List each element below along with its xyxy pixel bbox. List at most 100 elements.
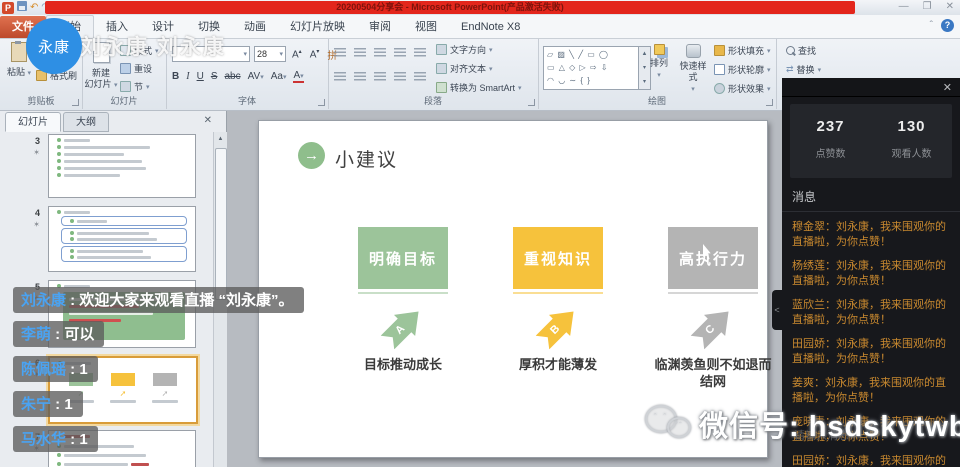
panel-collapse-handle[interactable]: <: [772, 290, 782, 330]
font-color-button[interactable]: A▾: [293, 70, 303, 83]
scroll-up-icon[interactable]: ▲: [214, 132, 227, 146]
animation-star-icon: ✶: [24, 220, 40, 229]
reset-icon: [120, 63, 131, 74]
group-paragraph: 文字方向▾ 对齐文本▾ 转换为 SmartArt▾ 段落: [328, 38, 539, 109]
grow-font-button[interactable]: A▴: [290, 48, 304, 60]
likes-stat: 237 点赞数: [790, 104, 871, 178]
section-icon: [120, 81, 131, 92]
columns-icon[interactable]: [414, 72, 426, 81]
column-caption[interactable]: 目标推动成长: [364, 356, 442, 373]
dialog-launcher-icon[interactable]: [72, 99, 79, 106]
tab-outline-pane[interactable]: 大纲: [63, 112, 109, 132]
group-label-paragraph: 段落: [328, 94, 538, 107]
line-spacing-icon[interactable]: [414, 48, 426, 57]
undo-button[interactable]: ↶: [30, 2, 38, 14]
find-icon: [786, 46, 795, 55]
likes-count: 237: [790, 118, 871, 135]
strikethrough-abc-button[interactable]: abc: [224, 71, 240, 82]
align-left-icon[interactable]: [334, 72, 346, 81]
pane-close-icon[interactable]: ✕: [204, 115, 212, 126]
title-bar: P ↶ ↷ ▾ 20200504分享会 - Microsoft PowerPoi…: [0, 0, 960, 16]
streamer-avatar[interactable]: 永康: [26, 18, 82, 74]
close-button[interactable]: ✕: [946, 0, 954, 14]
change-case-button[interactable]: Aa▾: [271, 71, 287, 82]
streamer-watermark: 刘永康 刘永康: [80, 31, 226, 61]
section-button[interactable]: 节▾: [120, 80, 159, 93]
align-text-button[interactable]: 对齐文本▾: [436, 62, 522, 75]
minimize-button[interactable]: —: [899, 0, 909, 14]
arrow-shape[interactable]: B: [532, 301, 584, 353]
tab-slideshow[interactable]: 幻灯片放映: [278, 16, 357, 38]
numbering-icon[interactable]: [354, 48, 366, 57]
live-message: 田园娇：刘永康，我来围观你的直播啦，为你点赞！: [792, 454, 952, 467]
thumbnail-number: 4: [22, 208, 40, 218]
bullets-icon[interactable]: [334, 48, 346, 57]
group-label-slides: 幻灯片: [82, 94, 166, 107]
align-center-icon[interactable]: [354, 72, 366, 81]
indent-increase-icon[interactable]: [394, 48, 406, 57]
slide-thumbnail-3[interactable]: [48, 134, 196, 198]
scrollbar-thumb[interactable]: [215, 148, 227, 300]
indent-decrease-icon[interactable]: [374, 48, 386, 57]
dialog-launcher-icon[interactable]: [766, 99, 773, 106]
replace-button[interactable]: ⇄ 替换▾: [786, 63, 821, 76]
tab-view[interactable]: 视图: [403, 16, 449, 38]
slide-thumbnail-4[interactable]: [48, 206, 196, 272]
shape-fill-button[interactable]: 形状填充▾: [714, 44, 771, 57]
tab-endnote[interactable]: EndNote X8: [449, 16, 532, 38]
tab-slides-pane[interactable]: 幻灯片: [5, 112, 61, 132]
panel-close-icon[interactable]: ✕: [943, 81, 952, 94]
quick-styles-button[interactable]: 快速样式▾: [676, 44, 710, 95]
shrink-font-button[interactable]: A▾: [308, 48, 322, 60]
quick-styles-icon: [686, 44, 701, 58]
help-icon[interactable]: ?: [941, 19, 954, 32]
replace-icon: ⇄: [786, 64, 794, 75]
arrange-button[interactable]: 排列▾: [646, 44, 672, 81]
column-heading[interactable]: 明确目标: [358, 227, 448, 289]
convert-smartart-button[interactable]: 转换为 SmartArt▾: [436, 81, 522, 94]
powerpoint-logo-icon[interactable]: P: [2, 2, 14, 14]
dialog-launcher-icon[interactable]: [528, 99, 535, 106]
save-button[interactable]: [17, 1, 27, 15]
viewers-count: 130: [871, 118, 952, 135]
smartart-icon: [436, 82, 447, 93]
shape-outline-icon: [714, 64, 725, 75]
slide-column-3[interactable]: 高执行力 C 临渊羡鱼则不如退而结网: [638, 227, 788, 390]
restore-button[interactable]: ❐: [923, 0, 932, 14]
window-title: 20200504分享会 - Microsoft PowerPoint(产品激活失…: [45, 1, 855, 14]
bold-button[interactable]: B: [172, 71, 179, 82]
find-button[interactable]: 查找: [786, 44, 821, 57]
column-caption[interactable]: 临渊羡鱼则不如退而结网: [654, 356, 772, 390]
thumbnail-number: 3: [22, 136, 40, 146]
viewers-label: 观看人数: [871, 145, 952, 160]
underline-button[interactable]: U: [197, 71, 204, 82]
align-right-icon[interactable]: [374, 72, 386, 81]
slide-title[interactable]: 小建议: [335, 145, 398, 172]
slide-column-1[interactable]: 明确目标 A 目标推动成长: [328, 227, 478, 373]
dialog-launcher-icon[interactable]: [318, 99, 325, 106]
messages-header: 消息: [782, 178, 960, 212]
justify-icon[interactable]: [394, 72, 406, 81]
column-heading[interactable]: 重视知识: [513, 227, 603, 289]
arrow-shape[interactable]: A: [377, 301, 429, 353]
strikethrough-button[interactable]: S: [211, 71, 218, 82]
tab-animations[interactable]: 动画: [232, 16, 278, 38]
character-spacing-button[interactable]: AV▾: [248, 71, 264, 82]
tab-review[interactable]: 审阅: [357, 16, 403, 38]
reset-button[interactable]: 重设: [120, 62, 159, 75]
slide-column-2[interactable]: 重视知识 B 厚积才能薄发: [483, 227, 633, 373]
live-message: 姜爽：刘永康，我来围观你的直播啦，为你点赞！: [792, 376, 952, 406]
title-arrow-icon: →: [298, 142, 325, 169]
shapes-gallery[interactable]: ▱ ▨ ╲ ╱ ▭ ◯ ▭ △ ◇ ▷ ⇨ ⇩ ◠ ◡ ∼ { }: [543, 46, 639, 90]
arrow-shape[interactable]: C: [687, 301, 739, 353]
column-caption[interactable]: 厚积才能薄发: [519, 356, 597, 373]
minimize-ribbon-icon[interactable]: ˆ: [930, 20, 933, 31]
shape-outline-button[interactable]: 形状轮廓▾: [714, 63, 771, 76]
likes-label: 点赞数: [790, 145, 871, 160]
live-message: 穆金翠：刘永康，我来围观你的直播啦，为你点赞！: [792, 220, 952, 250]
font-size-combo[interactable]: 28▾: [254, 46, 286, 62]
column-heading[interactable]: 高执行力: [668, 227, 758, 289]
align-text-icon: [436, 63, 447, 74]
text-direction-button[interactable]: 文字方向▾: [436, 43, 522, 56]
italic-button[interactable]: I: [186, 71, 189, 82]
